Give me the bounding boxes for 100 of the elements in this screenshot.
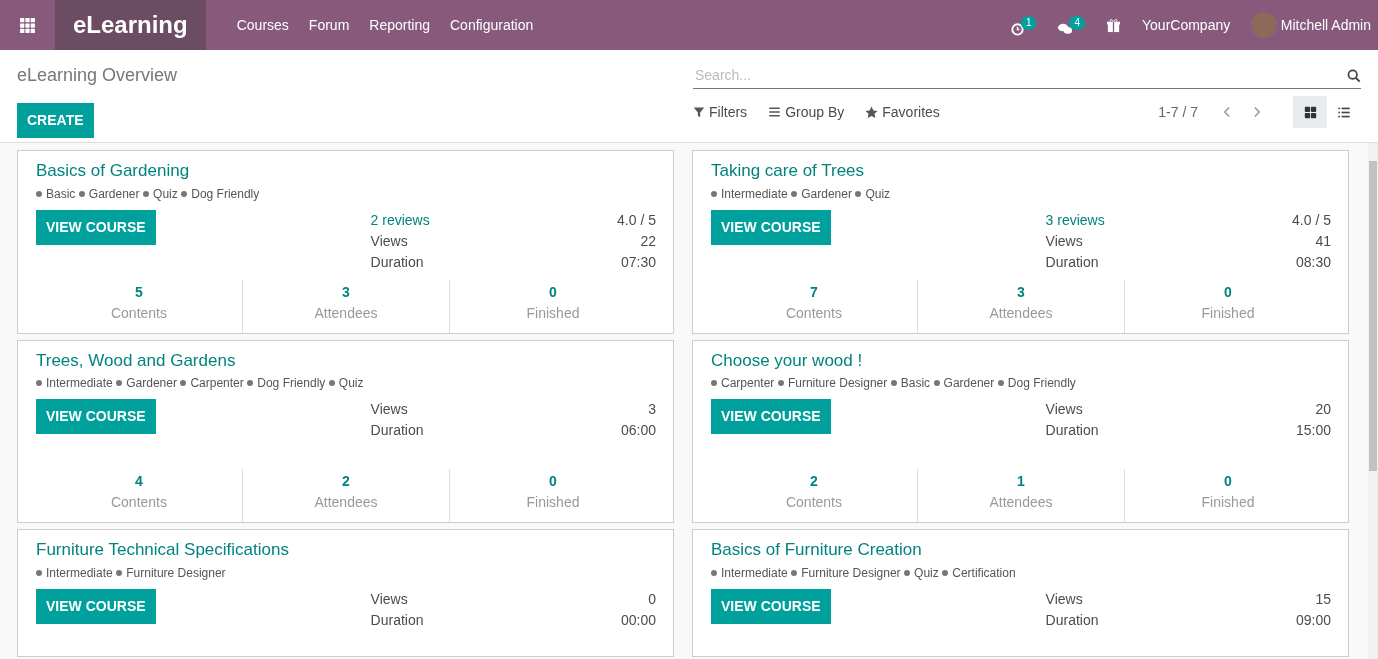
gift-button[interactable]: [1106, 17, 1121, 33]
course-tag: Quiz: [328, 374, 364, 392]
stat-label: Contents: [784, 493, 843, 512]
course-tag: Certification: [942, 563, 1016, 582]
views-label: Views: [370, 589, 408, 609]
avatar[interactable]: [1251, 12, 1278, 38]
scrollbar[interactable]: [1368, 143, 1378, 659]
course-title: Trees, Wood and Gardens: [36, 350, 237, 371]
menu-item[interactable]: Forum: [298, 14, 360, 36]
views-label: Views: [370, 231, 408, 251]
view-course-button[interactable]: VIEW COURSE: [36, 588, 156, 624]
view-course-button[interactable]: VIEW COURSE: [711, 209, 831, 245]
activity-button[interactable]: 1: [1009, 14, 1037, 36]
course-tag: Dog Friendly: [247, 374, 326, 392]
funnel-icon: [693, 106, 705, 118]
stat-label: Finished: [525, 493, 581, 512]
reviews-link[interactable]: 2 reviews: [370, 209, 430, 231]
duration-value: 00:00: [620, 610, 656, 630]
stat-label: Contents: [784, 303, 843, 323]
stat-value: 5: [134, 282, 144, 302]
duration-label: Duration: [370, 421, 424, 440]
course-title: Furniture Technical Specifications: [36, 540, 290, 560]
view-course-button[interactable]: VIEW COURSE: [36, 399, 156, 434]
user-menu[interactable]: Mitchell Admin: [1280, 14, 1371, 36]
duration-value: 09:00: [1295, 610, 1331, 630]
app-title: eLearning: [55, 0, 206, 50]
course-tag: Gardener: [791, 184, 852, 203]
chat-bubbles-icon: [1057, 21, 1074, 36]
stat-value: 3: [1016, 282, 1026, 302]
stat-label: Attendees: [313, 303, 379, 323]
scrollbar-thumb[interactable]: [1369, 161, 1377, 471]
menu-item[interactable]: Courses: [226, 14, 299, 36]
rating-value: 4.0 / 5: [617, 210, 656, 230]
course-tag: Basic: [36, 184, 76, 203]
stat-label: Finished: [1200, 303, 1256, 323]
menu-item[interactable]: Reporting: [359, 14, 440, 36]
tiles-icon: [1303, 105, 1317, 119]
rating-value: 4.0 / 5: [1292, 210, 1331, 230]
course-tag: Intermediate: [36, 563, 113, 582]
kanban-view-button[interactable]: [1293, 96, 1327, 128]
views-label: Views: [1045, 231, 1083, 251]
stat-value: 0: [1223, 472, 1233, 491]
duration-label: Duration: [370, 610, 424, 630]
grid-icon: [19, 16, 36, 34]
stat-label: Finished: [525, 303, 581, 323]
stat-label: Contents: [109, 493, 168, 512]
lines-icon: [768, 106, 782, 118]
course-tag: Quiz: [855, 184, 891, 203]
views-value: 3: [648, 400, 656, 419]
company-switcher[interactable]: YourCompany: [1142, 14, 1231, 36]
search-icon: [1347, 68, 1361, 83]
course-title: Basics of Furniture Creation: [711, 540, 923, 560]
views-value: 20: [1315, 400, 1331, 419]
course-title: Basics of Gardening: [36, 161, 191, 181]
stat-label: Attendees: [313, 493, 379, 512]
view-course-button[interactable]: VIEW COURSE: [711, 588, 831, 624]
course-tag: Gardener: [78, 184, 140, 203]
breadcrumb-title: eLearning Overview: [17, 64, 178, 87]
duration-value: 06:00: [620, 421, 656, 440]
list-icon: [1337, 105, 1351, 119]
course-tag: Intermediate: [711, 184, 788, 203]
course-tag: Quiz: [143, 184, 178, 203]
course-tag: Dog Friendly: [181, 184, 260, 203]
menu-item[interactable]: Configuration: [440, 14, 544, 36]
view-course-button[interactable]: VIEW COURSE: [711, 399, 831, 434]
favorites-button[interactable]: Favorites: [865, 101, 940, 123]
stat-value: 0: [1223, 282, 1233, 302]
views-label: Views: [370, 400, 408, 419]
stat-value: 4: [134, 472, 144, 491]
group-by-button[interactable]: Group By: [768, 101, 845, 123]
duration-value: 07:30: [620, 252, 656, 272]
filters-button[interactable]: Filters: [693, 101, 748, 123]
stat-value: 3: [341, 282, 351, 302]
stat-value: 7: [809, 282, 819, 302]
views-value: 15: [1315, 589, 1331, 609]
messages-button[interactable]: 4: [1057, 14, 1085, 36]
duration-label: Duration: [370, 252, 424, 272]
views-label: Views: [1045, 589, 1083, 609]
stat-value: 2: [809, 472, 819, 491]
duration-label: Duration: [1045, 610, 1099, 630]
views-value: 41: [1315, 231, 1331, 251]
course-tag: Gardener: [933, 374, 995, 392]
stat-label: Attendees: [988, 493, 1054, 512]
course-tag: Furniture Designer: [791, 563, 901, 582]
create-button[interactable]: CREATE: [17, 103, 94, 138]
stat-label: Contents: [109, 303, 168, 323]
course-tag: Intermediate: [36, 374, 113, 392]
course-title: Taking care of Trees: [711, 161, 866, 181]
stat-value: 2: [341, 472, 351, 491]
course-tag: Furniture Designer: [116, 563, 226, 582]
course-title: Choose your wood !: [711, 350, 864, 371]
course-tag: Furniture Designer: [777, 374, 888, 392]
views-label: Views: [1045, 400, 1083, 419]
duration-value: 08:30: [1295, 252, 1331, 272]
duration-label: Duration: [1045, 421, 1099, 440]
reviews-link[interactable]: 3 reviews: [1045, 209, 1105, 231]
clock-icon: [1009, 21, 1025, 36]
duration-label: Duration: [1045, 252, 1099, 272]
star-icon: [865, 105, 879, 119]
view-course-button[interactable]: VIEW COURSE: [36, 209, 156, 245]
